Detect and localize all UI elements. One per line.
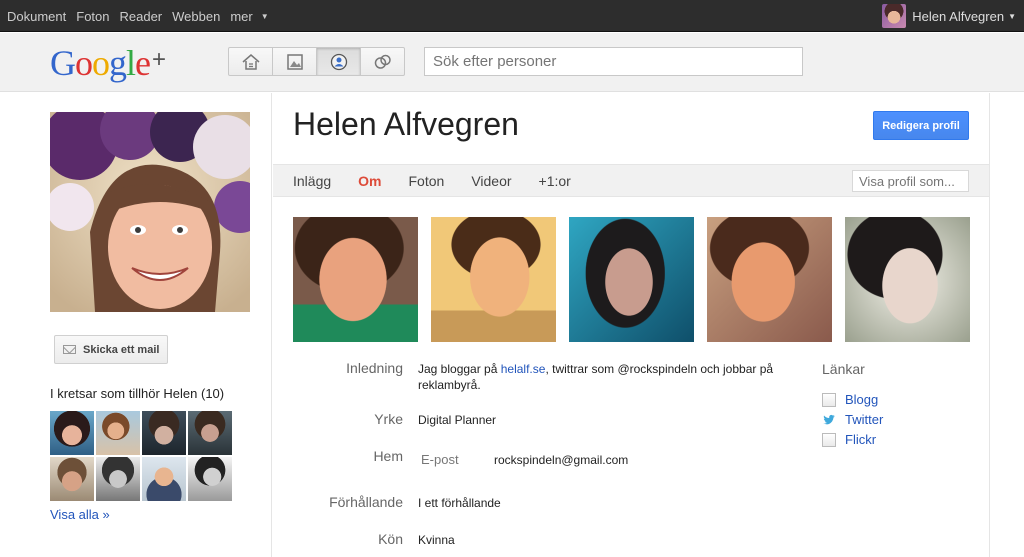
- circle-member-avatar[interactable]: [50, 411, 94, 455]
- nav-dokument[interactable]: Dokument: [0, 9, 70, 24]
- see-all-link[interactable]: Visa alla »: [50, 507, 110, 522]
- relationship-label: Förhållande: [329, 494, 403, 510]
- email-value[interactable]: rockspindeln@gmail.com: [494, 452, 628, 468]
- circle-members-grid: [50, 411, 234, 501]
- photos-icon: [286, 53, 303, 70]
- tab-about[interactable]: Om: [358, 173, 381, 189]
- page-icon: [822, 392, 836, 407]
- home-icon: [242, 53, 259, 70]
- nav-webben[interactable]: Webben: [166, 9, 224, 24]
- circle-member-avatar[interactable]: [142, 411, 186, 455]
- profile-photo-thumb[interactable]: [707, 217, 832, 342]
- photos-button[interactable]: [272, 47, 317, 76]
- circle-member-avatar[interactable]: [188, 411, 232, 455]
- mode-switcher: [228, 47, 405, 76]
- home-button[interactable]: [228, 47, 273, 76]
- intro-label: Inledning: [346, 360, 403, 376]
- profile-photo-thumb[interactable]: [431, 217, 556, 342]
- search-input[interactable]: [424, 47, 803, 76]
- circle-member-avatar[interactable]: [50, 457, 94, 501]
- circle-member-avatar[interactable]: [96, 457, 140, 501]
- page-icon: [822, 432, 836, 447]
- twitter-bird-icon: [823, 414, 835, 424]
- profile-name: Helen Alfvegren: [293, 106, 519, 142]
- envelope-icon: [63, 345, 76, 354]
- tab-plus-ones[interactable]: +1:or: [539, 173, 571, 189]
- profile-photo[interactable]: [50, 112, 250, 312]
- edit-profile-button[interactable]: Redigera profil: [873, 111, 969, 140]
- send-mail-button[interactable]: Skicka ett mail: [54, 335, 168, 364]
- circle-member-avatar[interactable]: [96, 411, 140, 455]
- view-profile-as-input[interactable]: [852, 170, 969, 192]
- profile-icon: [330, 53, 347, 70]
- circles-title: I kretsar som tillhör Helen (10): [50, 386, 225, 401]
- intro-blog-link[interactable]: helalf.se: [501, 362, 546, 376]
- tab-posts[interactable]: Inlägg: [293, 173, 331, 189]
- link-flickr[interactable]: Flickr: [822, 432, 876, 447]
- intro-value: Jag bloggar på helalf.se, twittrar som @…: [418, 362, 774, 392]
- avatar[interactable]: [882, 4, 907, 28]
- profile-photo-thumb[interactable]: [845, 217, 970, 342]
- account-menu[interactable]: Helen Alfvegren ▼: [882, 0, 1016, 32]
- profile-tabs: Inlägg Om Foton Videor +1:or: [293, 165, 598, 196]
- photo-strip: [293, 217, 970, 342]
- tab-photos[interactable]: Foton: [409, 173, 445, 189]
- link-blogg[interactable]: Blogg: [822, 392, 878, 407]
- home-label: Hem: [373, 448, 403, 464]
- circles-icon: [374, 54, 391, 69]
- google-bar-nav: Dokument Foton Reader Webben mer ▼: [0, 0, 273, 32]
- nav-reader[interactable]: Reader: [114, 9, 167, 24]
- gender-value: Kvinna: [418, 533, 455, 547]
- circle-member-avatar[interactable]: [188, 457, 232, 501]
- chevron-down-icon[interactable]: ▼: [255, 12, 273, 21]
- left-column: Skicka ett mail I kretsar som tillhör He…: [0, 93, 272, 557]
- send-mail-label: Skicka ett mail: [83, 343, 160, 356]
- profile-photo-thumb[interactable]: [569, 217, 694, 342]
- profile-photo-image: [50, 112, 250, 312]
- job-value: Digital Planner: [418, 413, 497, 427]
- profile-photo-thumb[interactable]: [293, 217, 418, 342]
- nav-mer[interactable]: mer: [224, 9, 256, 24]
- relationship-value: I ett förhållande: [418, 496, 501, 510]
- tab-videos[interactable]: Videor: [471, 173, 511, 189]
- links-title: Länkar: [822, 361, 865, 377]
- gender-label: Kön: [378, 531, 403, 547]
- column-divider: [989, 93, 990, 557]
- google-plus-logo[interactable]: Google+: [50, 42, 166, 84]
- profile-button[interactable]: [316, 47, 361, 76]
- google-bar: Dokument Foton Reader Webben mer ▼ Helen…: [0, 0, 1024, 32]
- nav-foton[interactable]: Foton: [70, 9, 113, 24]
- profile-tabbar: Inlägg Om Foton Videor +1:or: [273, 164, 989, 197]
- header: Google+: [0, 33, 1024, 92]
- chevron-down-icon[interactable]: ▼: [1008, 12, 1016, 21]
- link-twitter[interactable]: Twitter: [822, 412, 883, 427]
- job-label: Yrke: [374, 411, 403, 427]
- email-label: E-post: [421, 452, 459, 467]
- circles-button[interactable]: [360, 47, 405, 76]
- account-name[interactable]: Helen Alfvegren: [912, 9, 1004, 24]
- circle-member-avatar[interactable]: [142, 457, 186, 501]
